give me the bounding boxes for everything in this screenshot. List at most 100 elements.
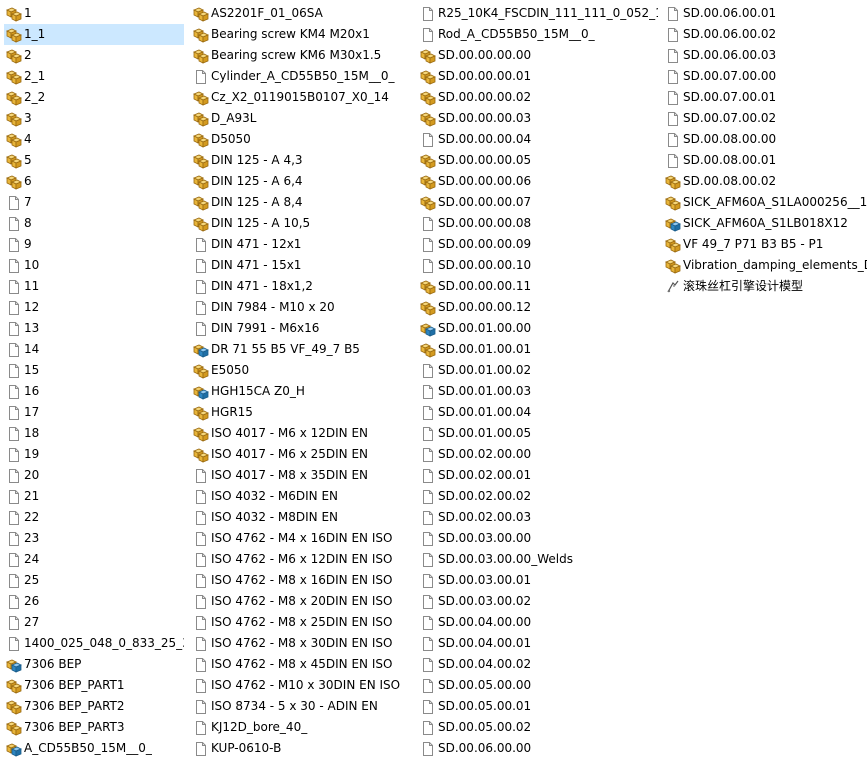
file-item[interactable]: 7306 BEP_PART2 <box>4 696 184 717</box>
file-item[interactable]: 7 <box>4 192 184 213</box>
file-item[interactable]: ISO 8734 - 5 x 30 - ADIN EN <box>191 696 419 717</box>
file-item[interactable]: SD.00.03.00.00_Welds <box>418 549 658 570</box>
file-item[interactable]: ISO 4762 - M8 x 30DIN EN ISO <box>191 633 419 654</box>
file-item[interactable]: SD.00.01.00.04 <box>418 402 658 423</box>
file-item[interactable]: 2_1 <box>4 66 184 87</box>
file-item[interactable]: SD.00.02.00.00 <box>418 444 658 465</box>
file-item[interactable]: 19 <box>4 444 184 465</box>
file-item[interactable]: 21 <box>4 486 184 507</box>
file-item[interactable]: SD.00.00.00.11 <box>418 276 658 297</box>
file-item[interactable]: ISO 4032 - M8DIN EN <box>191 507 419 528</box>
file-item[interactable]: SD.00.01.00.00 <box>418 318 658 339</box>
file-item[interactable]: 22 <box>4 507 184 528</box>
file-item[interactable]: DIN 7984 - M10 x 20 <box>191 297 419 318</box>
file-item[interactable]: 20 <box>4 465 184 486</box>
file-item[interactable]: ISO 4762 - M4 x 16DIN EN ISO <box>191 528 419 549</box>
file-item[interactable]: 10 <box>4 255 184 276</box>
file-item[interactable]: SD.00.04.00.00 <box>418 612 658 633</box>
file-item[interactable]: SD.00.06.00.03 <box>663 45 867 66</box>
file-item[interactable]: SD.00.02.00.03 <box>418 507 658 528</box>
file-item[interactable]: 2_2 <box>4 87 184 108</box>
file-item[interactable]: AS2201F_01_06SA <box>191 3 419 24</box>
file-item[interactable]: SD.00.01.00.02 <box>418 360 658 381</box>
file-item[interactable]: SD.00.00.00.02 <box>418 87 658 108</box>
file-item[interactable]: 2 <box>4 45 184 66</box>
file-item[interactable]: SD.00.07.00.00 <box>663 66 867 87</box>
file-item[interactable]: ISO 4017 - M6 x 25DIN EN <box>191 444 419 465</box>
file-item[interactable]: 1400_025_048_0_833_25_3 <box>4 633 184 654</box>
file-item[interactable]: 5 <box>4 150 184 171</box>
file-item[interactable]: ISO 4762 - M10 x 30DIN EN ISO <box>191 675 419 696</box>
file-item[interactable]: 6 <box>4 171 184 192</box>
file-item[interactable]: Cylinder_A_CD55B50_15M__0_ <box>191 66 419 87</box>
file-item[interactable]: SD.00.05.00.01 <box>418 696 658 717</box>
file-item[interactable]: DIN 471 - 15x1 <box>191 255 419 276</box>
file-item[interactable]: ISO 4762 - M8 x 20DIN EN ISO <box>191 591 419 612</box>
file-item[interactable]: ISO 4032 - M6DIN EN <box>191 486 419 507</box>
file-item[interactable]: 1_1 <box>4 24 184 45</box>
file-item[interactable]: SD.00.03.00.00 <box>418 528 658 549</box>
file-item[interactable]: SD.00.01.00.05 <box>418 423 658 444</box>
file-item[interactable]: 滚珠丝杠引擎设计模型 <box>663 276 867 297</box>
file-item[interactable]: SD.00.00.00.03 <box>418 108 658 129</box>
file-item[interactable]: DIN 7991 - M6x16 <box>191 318 419 339</box>
file-item[interactable]: SD.00.03.00.02 <box>418 591 658 612</box>
file-item[interactable]: ISO 4762 - M8 x 16DIN EN ISO <box>191 570 419 591</box>
file-item[interactable]: HGR15 <box>191 402 419 423</box>
file-item[interactable]: SD.00.00.00.10 <box>418 255 658 276</box>
file-item[interactable]: 4 <box>4 129 184 150</box>
file-item[interactable]: R25_10K4_FSCDIN_111_111_0_052_1 <box>418 3 658 24</box>
file-item[interactable]: DIN 471 - 12x1 <box>191 234 419 255</box>
file-item[interactable]: 27 <box>4 612 184 633</box>
file-item[interactable]: SD.00.02.00.02 <box>418 486 658 507</box>
file-item[interactable]: 7306 BEP <box>4 654 184 675</box>
file-item[interactable]: 1 <box>4 3 184 24</box>
file-item[interactable]: 8 <box>4 213 184 234</box>
file-item[interactable]: 16 <box>4 381 184 402</box>
file-item[interactable]: 24 <box>4 549 184 570</box>
file-item[interactable]: A_CD55B50_15M__0_ <box>4 738 184 759</box>
file-item[interactable]: 23 <box>4 528 184 549</box>
file-item[interactable]: SD.00.00.00.09 <box>418 234 658 255</box>
file-item[interactable]: SD.00.07.00.02 <box>663 108 867 129</box>
file-item[interactable]: 14 <box>4 339 184 360</box>
file-item[interactable]: DIN 125 - A 10,5 <box>191 213 419 234</box>
file-item[interactable]: ISO 4762 - M8 x 45DIN EN ISO <box>191 654 419 675</box>
file-item[interactable]: 12 <box>4 297 184 318</box>
file-item[interactable]: SD.00.08.00.01 <box>663 150 867 171</box>
file-item[interactable]: KUP-0610-B <box>191 738 419 759</box>
file-item[interactable]: 17 <box>4 402 184 423</box>
file-item[interactable]: SD.00.08.00.00 <box>663 129 867 150</box>
file-item[interactable]: D5050 <box>191 129 419 150</box>
file-item[interactable]: SD.00.00.00.12 <box>418 297 658 318</box>
file-item[interactable]: SD.00.07.00.01 <box>663 87 867 108</box>
file-item[interactable]: KJ12D_bore_40_ <box>191 717 419 738</box>
file-item[interactable]: DIN 125 - A 6,4 <box>191 171 419 192</box>
file-item[interactable]: ISO 4762 - M8 x 25DIN EN ISO <box>191 612 419 633</box>
file-item[interactable]: SD.00.06.00.01 <box>663 3 867 24</box>
file-item[interactable]: SD.00.05.00.02 <box>418 717 658 738</box>
file-item[interactable]: 26 <box>4 591 184 612</box>
file-item[interactable]: SD.00.04.00.02 <box>418 654 658 675</box>
file-item[interactable]: Vibration_damping_elements_DVM- <box>663 255 867 276</box>
file-item[interactable]: DIN 125 - A 4,3 <box>191 150 419 171</box>
file-item[interactable]: SD.00.00.00.06 <box>418 171 658 192</box>
file-item[interactable]: 3 <box>4 108 184 129</box>
file-item[interactable]: 7306 BEP_PART1 <box>4 675 184 696</box>
file-item[interactable]: SD.00.01.00.03 <box>418 381 658 402</box>
file-item[interactable]: DIN 125 - A 8,4 <box>191 192 419 213</box>
file-item[interactable]: SD.00.00.00.04 <box>418 129 658 150</box>
file-item[interactable]: 9 <box>4 234 184 255</box>
file-item[interactable]: SD.00.00.00.05 <box>418 150 658 171</box>
file-item[interactable]: SD.00.03.00.01 <box>418 570 658 591</box>
file-item[interactable]: SICK_AFM60A_S1LB018X12 <box>663 213 867 234</box>
file-item[interactable]: SD.00.04.00.01 <box>418 633 658 654</box>
file-item[interactable]: 7306 BEP_PART3 <box>4 717 184 738</box>
file-item[interactable]: SD.00.02.00.01 <box>418 465 658 486</box>
file-item[interactable]: SD.00.00.00.07 <box>418 192 658 213</box>
file-item[interactable]: SD.00.00.00.08 <box>418 213 658 234</box>
file-item[interactable]: SD.00.06.00.00 <box>418 738 658 759</box>
file-item[interactable]: 15 <box>4 360 184 381</box>
file-item[interactable]: E5050 <box>191 360 419 381</box>
file-item[interactable]: SD.00.00.00.01 <box>418 66 658 87</box>
